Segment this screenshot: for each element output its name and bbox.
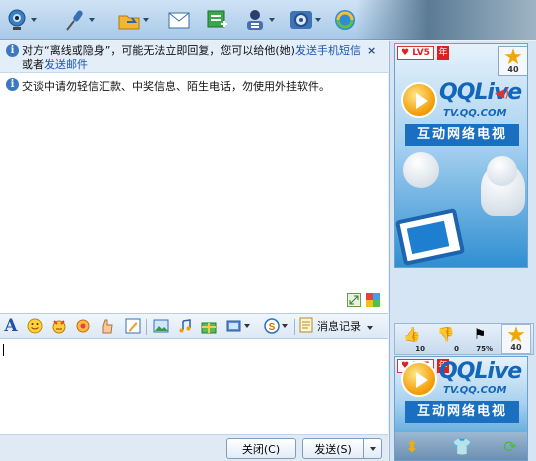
settings-caret-icon[interactable] bbox=[314, 7, 322, 33]
qqlive-ad-bottom[interactable]: ♥ LV5 年 QQLive TV.QQ.COM 互动网络电视 ⬍ 👕 ⟳ bbox=[394, 356, 528, 461]
video-caret-icon[interactable] bbox=[30, 7, 38, 33]
create-group-button[interactable] bbox=[204, 5, 230, 35]
user-info-icon bbox=[242, 7, 268, 33]
rating-bar: 👍 10 👎 0 ⚑ 75% ★ 40 bbox=[394, 323, 534, 355]
video-icon bbox=[4, 7, 30, 33]
year-badge: 年 bbox=[437, 46, 449, 60]
chat-history[interactable]: i 交谈中请勿轻信汇款、中奖信息、陌生电话，勿使用外挂软件。 bbox=[0, 73, 388, 313]
send-sms-link[interactable]: 发送手机短信 bbox=[295, 44, 361, 57]
sort-icon[interactable]: ⬍ bbox=[401, 435, 423, 457]
message-history-button[interactable]: 消息记录 bbox=[298, 316, 373, 336]
user-head-icon bbox=[487, 156, 517, 186]
mail-icon bbox=[166, 7, 192, 33]
emoji-icon[interactable] bbox=[26, 317, 44, 335]
send-file-caret-icon[interactable] bbox=[142, 7, 150, 33]
notice-text: 对方“离线或隐身”，可能无法立即回复，您可以给他(她)发送手机短信或者发送邮件 bbox=[22, 44, 362, 72]
security-warning: 交谈中请勿轻信汇款、中奖信息、陌生电话，勿使用外挂软件。 bbox=[22, 80, 330, 93]
history-caret-icon bbox=[364, 320, 373, 333]
shirt-icon[interactable]: 👕 bbox=[451, 435, 473, 457]
send-options-caret-icon[interactable] bbox=[364, 438, 382, 459]
notice-or: 或者 bbox=[22, 58, 44, 71]
user-info-button[interactable] bbox=[242, 5, 276, 35]
font-icon[interactable]: A bbox=[2, 316, 20, 336]
text-cursor bbox=[3, 344, 4, 356]
voice-icon bbox=[62, 7, 88, 33]
image-icon[interactable] bbox=[152, 317, 170, 335]
settings-button[interactable] bbox=[288, 5, 322, 35]
svg-text:S: S bbox=[269, 322, 276, 333]
format-separator bbox=[294, 319, 295, 335]
format-toolbar: A S 消息记录 bbox=[0, 313, 388, 339]
poke-icon[interactable] bbox=[98, 317, 116, 335]
star-level[interactable]: ★ 40 bbox=[498, 46, 527, 76]
transfer-caret-icon bbox=[282, 324, 288, 328]
star-value: 40 bbox=[507, 65, 519, 74]
info-icon: i bbox=[6, 44, 19, 57]
video-button[interactable] bbox=[4, 5, 38, 35]
tv-icon bbox=[395, 208, 466, 266]
play-icon bbox=[401, 361, 437, 397]
screenshot-caret-icon bbox=[244, 324, 250, 328]
right-panel: ♥ LV5 年 ★ 40 QQLive ◀) TV.QQ.COM 互动网络电视 … bbox=[389, 41, 536, 461]
flag-icon[interactable]: ⚑ 75% bbox=[467, 327, 493, 353]
offline-notice: i 对方“离线或隐身”，可能无法立即回复，您可以给他(她)发送手机短信或者发送邮… bbox=[0, 41, 388, 73]
send-file-icon bbox=[116, 7, 142, 33]
history-label: 消息记录 bbox=[317, 320, 361, 333]
chat-corner-icons bbox=[347, 293, 380, 307]
close-notice-icon[interactable]: × bbox=[367, 44, 376, 57]
gift-icon[interactable] bbox=[200, 317, 218, 335]
ad-url: TV.QQ.COM bbox=[443, 385, 507, 396]
thumb-up-count: 10 bbox=[415, 345, 425, 353]
message-input[interactable] bbox=[0, 339, 388, 434]
panel-bottom-icons: ⬍ 👕 ⟳ bbox=[395, 432, 527, 460]
transfer-button[interactable]: S bbox=[262, 317, 290, 335]
ad-title: QQLive bbox=[439, 359, 522, 384]
toolbar-banner bbox=[356, 0, 536, 40]
ad-url: TV.QQ.COM bbox=[443, 108, 507, 119]
ad-subtitle: 互动网络电视 bbox=[405, 401, 519, 423]
shake-icon[interactable] bbox=[74, 317, 92, 335]
voice-button[interactable] bbox=[62, 5, 96, 35]
play-icon bbox=[401, 82, 437, 118]
main-toolbar bbox=[0, 0, 536, 40]
create-group-icon bbox=[204, 7, 230, 33]
magic-emoji-icon[interactable] bbox=[50, 317, 68, 335]
expand-icon[interactable] bbox=[347, 293, 361, 307]
volume-icon: ◀) bbox=[495, 86, 509, 100]
user-figure-icon bbox=[403, 152, 439, 188]
music-icon[interactable] bbox=[176, 317, 194, 335]
thumb-down-icon[interactable]: 👎 0 bbox=[433, 327, 459, 353]
star-level[interactable]: ★ 40 bbox=[501, 324, 531, 354]
send-mail-link[interactable]: 发送邮件 bbox=[44, 58, 88, 71]
skin-icon[interactable] bbox=[366, 293, 380, 307]
user-info-caret-icon[interactable] bbox=[268, 7, 276, 33]
close-button[interactable]: 关闭(C) bbox=[226, 438, 296, 459]
star-value: 40 bbox=[510, 343, 522, 352]
notice-prefix: 对方“离线或隐身”，可能无法立即回复，您可以给他(她) bbox=[22, 44, 295, 57]
percent-value: 75% bbox=[476, 345, 493, 353]
apps-button[interactable] bbox=[332, 5, 358, 35]
scribble-icon[interactable] bbox=[124, 317, 142, 335]
send-file-button[interactable] bbox=[116, 5, 150, 35]
format-separator bbox=[146, 319, 147, 335]
mail-button[interactable] bbox=[166, 5, 192, 35]
level-badge: ♥ LV5 bbox=[397, 46, 434, 60]
history-icon bbox=[298, 317, 314, 336]
settings-icon bbox=[288, 7, 314, 33]
thumb-down-count: 0 bbox=[454, 345, 459, 353]
refresh-icon[interactable]: ⟳ bbox=[499, 435, 521, 457]
thumb-up-icon[interactable]: 👍 10 bbox=[399, 327, 425, 353]
qqlive-ad-top[interactable]: ♥ LV5 年 ★ 40 QQLive ◀) TV.QQ.COM 互动网络电视 bbox=[394, 43, 528, 268]
send-button[interactable]: 发送(S) bbox=[302, 438, 364, 459]
apps-icon bbox=[332, 7, 358, 33]
screenshot-button[interactable] bbox=[224, 317, 252, 335]
ad-subtitle: 互动网络电视 bbox=[405, 124, 519, 146]
info-icon: i bbox=[6, 78, 19, 91]
voice-caret-icon[interactable] bbox=[88, 7, 96, 33]
bottom-bar: 关闭(C) 发送(S) bbox=[0, 434, 388, 461]
